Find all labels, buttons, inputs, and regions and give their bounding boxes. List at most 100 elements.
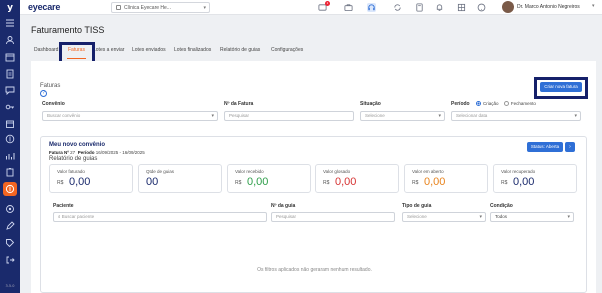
money-icon[interactable] [5,134,15,144]
tab-lotes-a-enviar[interactable]: Lotes a enviar [93,47,124,53]
tab-dashboard[interactable]: Dashboard [34,47,58,53]
paciente-search-input[interactable]: ⌕ Buscar paciente [53,212,267,222]
chevron-down-icon: ▾ [438,113,441,119]
stat-valor-em-aberto: Valor em aberto R$ 0,00 [404,164,488,193]
search-icon: ⌕ [58,214,61,219]
headset-icon[interactable] [367,3,376,12]
side-navigation: y 3.5.0 [0,0,20,293]
chart-icon[interactable] [5,151,15,161]
radio-criacao-label: Criação [483,101,499,106]
calendar-icon[interactable] [5,52,15,62]
paciente-placeholder: Buscar paciente [61,214,95,219]
app-logo: y [7,3,13,13]
periodo-placeholder: Selecionar data [456,113,488,118]
empty-results-message: Os filtros aplicados não geraram nenhum … [257,267,372,273]
numero-fatura-placeholder: Pesquisar [229,113,250,118]
situacao-label: Situação [360,101,381,107]
situacao-select[interactable]: Selecione ▾ [360,111,445,121]
chevron-down-icon: ▾ [203,5,206,11]
page-title: Faturamento TISS [31,25,105,35]
guia-input[interactable]: Pesquisar [271,212,395,222]
calculator-icon[interactable] [415,3,424,12]
radio-fechamento[interactable]: Fechamento [503,101,536,107]
chevron-down-icon: ▾ [479,214,482,220]
message-icon[interactable] [5,85,15,95]
stat-valor-recebido: Valor recebido R$ 0,00 [227,164,311,193]
stat-label: Valor recuperado [501,169,536,174]
stat-value: 0,00 [69,176,91,188]
section-title: Faturas [40,83,61,89]
key-icon[interactable] [5,102,15,112]
question-icon[interactable]: ? [40,90,47,97]
stat-qtde-guias: Qtde de guias 00 [138,164,222,193]
faturas-panel: Faturas ? Criar nova fatura Convênio Bus… [31,61,596,293]
periodo-value: 16/09/2025 - 16/09/2025 [95,150,145,155]
create-button-highlight-frame [534,77,588,99]
top-bar: eyecare Clínica Eyecare He... ▾ 1 Dr. Ma… [20,0,602,15]
fatura-label: Fatura Nº [49,150,69,155]
radio-on-icon [476,101,482,106]
stat-currency: R$ [57,180,64,186]
document-icon[interactable] [5,69,15,79]
brand-logo: eyecare [28,2,61,12]
menu-icon[interactable] [5,18,15,28]
clinic-selector[interactable]: Clínica Eyecare He... ▾ [111,2,210,13]
condicao-select[interactable]: Todos ▾ [490,212,574,222]
clipboard-icon[interactable] [5,167,15,177]
stat-valor-faturado: Valor faturado R$ 0,00 [49,164,133,193]
stat-label: Valor em aberto [412,169,444,174]
situacao-placeholder: Selecione [365,113,385,118]
tag-icon[interactable] [5,238,15,248]
pencil-icon[interactable] [5,221,15,231]
periodo-label: Período [77,150,95,155]
billing-icon[interactable] [5,184,15,194]
chevron-down-icon[interactable]: ▾ [592,3,595,9]
logout-icon[interactable] [5,255,15,265]
tab-configuracoes[interactable]: Configurações [271,47,303,53]
convenio-label: Convênio [42,101,65,107]
stat-value: 00 [146,176,159,188]
tipo-guia-label: Tipo de guia [402,203,432,209]
box-icon[interactable] [5,119,15,129]
sync-icon[interactable] [393,3,402,12]
periodo-label-text: Período [451,101,470,107]
card-subtitle: Relatório de guias [49,156,98,162]
periodo-label: Período Criação Fechamento [451,101,536,107]
stat-label: Valor glosado [323,169,351,174]
stat-label: Qtde de guias [146,169,175,174]
tipo-guia-placeholder: Selecione [407,214,427,219]
settings-icon[interactable] [5,204,15,214]
help-icon[interactable] [477,3,486,12]
tab-lotes-enviados[interactable]: Lotes enviados [132,47,166,53]
numero-fatura-input[interactable]: Pesquisar [224,111,354,121]
stat-currency: R$ [412,180,419,186]
convenio-placeholder: Buscar convênio [47,113,81,118]
user-name[interactable]: Dr. Marco Antonio Negreiros [517,4,580,10]
user-avatar[interactable] [502,1,514,13]
chevron-down-icon: ▾ [574,113,577,119]
grid-icon[interactable] [457,3,466,12]
stat-currency: R$ [501,180,508,186]
stat-value: 0,00 [513,176,535,188]
bell-icon[interactable] [435,3,444,12]
periodo-date-select[interactable]: Selecionar data ▾ [451,111,581,121]
notification-icon[interactable]: 1 [318,1,330,12]
guia-label: Nº da guia [271,203,296,209]
tipo-guia-select[interactable]: Selecione ▾ [402,212,486,222]
briefcase-icon[interactable] [344,3,353,12]
invoice-card: Meu novo convênio Fatura Nº 27 Período 1… [40,136,587,293]
tab-relatorio-de-guias[interactable]: Relatório de guias [220,47,260,53]
guia-placeholder: Pesquisar [276,214,297,219]
status-button[interactable]: Status: Aberta [527,142,563,152]
tab-lotes-finalizados[interactable]: Lotes finalizados [174,47,211,53]
notification-badge: 1 [325,1,330,6]
numero-fatura-label: Nº da Fatura [224,101,254,107]
chevron-down-icon[interactable]: › [565,142,575,152]
building-icon [116,5,121,10]
radio-off-icon [503,101,509,106]
convenio-select[interactable]: Buscar convênio ▾ [42,111,218,121]
radio-criacao[interactable]: Criação [476,101,499,107]
users-icon[interactable] [5,35,15,45]
stat-label: Valor recebido [235,169,264,174]
radio-fechamento-label: Fechamento [510,101,536,106]
